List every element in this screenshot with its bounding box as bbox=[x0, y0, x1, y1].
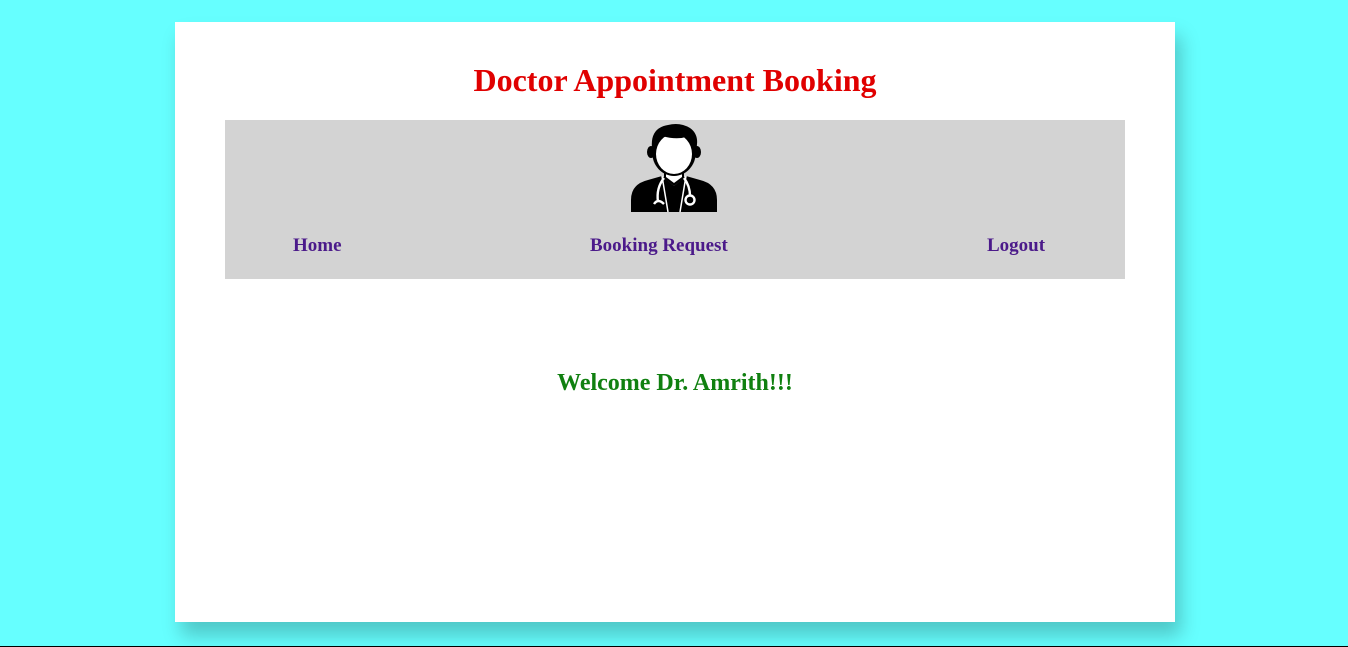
nav-logout-link[interactable]: Logout bbox=[987, 235, 1045, 257]
doctor-icon bbox=[628, 122, 720, 214]
page-title: Doctor Appointment Booking bbox=[473, 62, 877, 98]
main-card: Doctor Appointment Booking Home Booking … bbox=[175, 22, 1175, 622]
navbar: Home Booking Request Logout bbox=[225, 120, 1125, 279]
welcome-message: Welcome Dr. Amrith!!! bbox=[557, 370, 793, 396]
nav-booking-request-link[interactable]: Booking Request bbox=[590, 235, 728, 257]
nav-home-link[interactable]: Home bbox=[293, 235, 342, 257]
